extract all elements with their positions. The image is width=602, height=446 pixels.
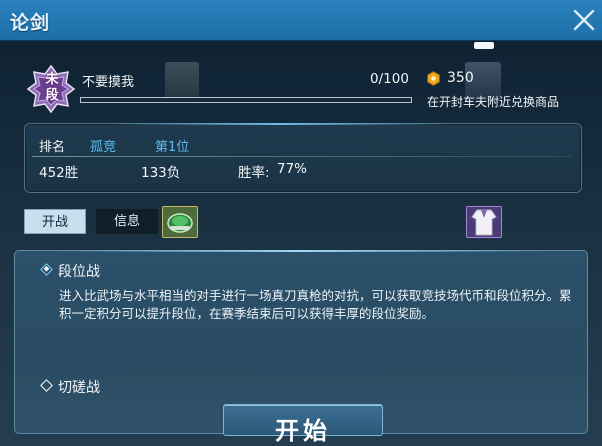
losses-count: 133负 bbox=[141, 165, 181, 181]
title-bar: 论剑 bbox=[0, 0, 602, 41]
green-armguard-icon bbox=[163, 207, 197, 237]
mode-panel-glow bbox=[60, 250, 540, 252]
start-button[interactable]: 开始 bbox=[223, 404, 383, 445]
white-robe-icon bbox=[467, 207, 501, 237]
coin-icon bbox=[426, 70, 441, 87]
ranked-mode-option[interactable]: 段位战 bbox=[58, 261, 100, 281]
rank-label: 排名 bbox=[39, 140, 66, 155]
background-figure bbox=[165, 62, 199, 102]
stats-divider bbox=[32, 156, 572, 157]
rank-badge: 未段 bbox=[26, 64, 76, 114]
tab-info[interactable]: 信息 bbox=[96, 209, 158, 234]
sparring-mode-option[interactable]: 切磋战 bbox=[58, 377, 100, 397]
wins-count: 452胜 bbox=[39, 165, 79, 181]
rank-title: 孤竞 bbox=[90, 140, 117, 155]
item-slot-robe[interactable] bbox=[466, 206, 502, 238]
player-name: 不要摸我 bbox=[82, 75, 135, 90]
stats-panel-glow bbox=[110, 123, 450, 125]
coin-amount: 350 bbox=[447, 70, 474, 86]
stats-panel bbox=[24, 123, 582, 193]
winrate-label: 胜率: bbox=[238, 165, 270, 181]
start-button-label: 开始 bbox=[275, 417, 331, 445]
cape-decoration-icon bbox=[466, 42, 502, 52]
item-slot-armguard[interactable] bbox=[162, 206, 198, 238]
rank-progress-text: 0/100 bbox=[370, 71, 409, 87]
window-title: 论剑 bbox=[10, 12, 51, 34]
rank-position: 第1位 bbox=[155, 140, 190, 155]
tab-start-battle[interactable]: 开战 bbox=[24, 209, 86, 234]
close-button[interactable] bbox=[570, 6, 598, 34]
rank-progress-bar bbox=[80, 97, 412, 103]
exchange-hint: 在开封车夫附近兑换商品 bbox=[427, 95, 560, 109]
close-icon bbox=[573, 9, 595, 31]
ranked-mode-description: 进入比武场与水平相当的对手进行一场真刀真枪的对抗，可以获取竞技场代币和段位积分。… bbox=[59, 288, 572, 321]
rank-badge-text: 未段 bbox=[45, 72, 59, 103]
winrate-value: 77% bbox=[277, 161, 308, 177]
